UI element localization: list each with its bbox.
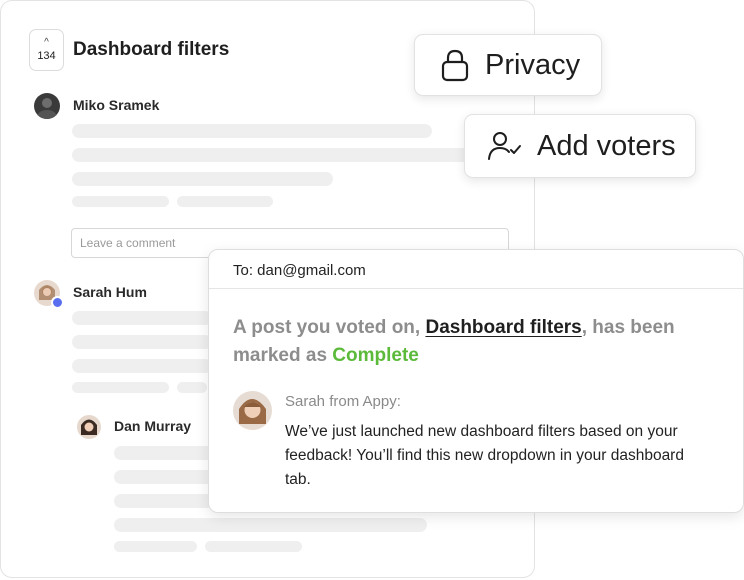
placeholder-line — [114, 470, 214, 484]
email-recipient: To: dan@gmail.com — [233, 262, 366, 279]
comment-author: Miko Sramek — [73, 97, 160, 113]
email-headline: A post you voted on, Dashboard filters, … — [233, 314, 733, 370]
sender-avatar — [233, 391, 272, 430]
placeholder-line — [114, 446, 214, 460]
placeholder-line — [72, 335, 212, 349]
status-complete: Complete — [332, 345, 419, 366]
placeholder-line — [72, 382, 169, 393]
placeholder-line — [72, 196, 169, 207]
upvote-button[interactable]: ^ 134 — [29, 29, 64, 71]
admin-badge-icon — [51, 296, 64, 309]
placeholder-line — [72, 311, 212, 325]
comment-author: Dan Murray — [114, 418, 192, 434]
add-voters-label: Add voters — [537, 129, 676, 162]
email-notification: To: dan@gmail.com A post you voted on, D… — [208, 249, 744, 513]
placeholder-line — [177, 196, 273, 207]
avatar — [34, 93, 60, 119]
sender-name: Sarah from Appy: — [285, 393, 401, 410]
placeholder-line — [205, 541, 302, 552]
chevron-up-icon: ^ — [44, 37, 49, 48]
vote-count: 134 — [37, 50, 56, 62]
placeholder-line — [114, 494, 214, 508]
placeholder-line — [72, 172, 333, 186]
placeholder-line — [72, 148, 482, 162]
placeholder-line — [72, 359, 212, 373]
post-title: Dashboard filters — [73, 39, 230, 60]
placeholder-line — [114, 518, 427, 532]
placeholder-line — [114, 541, 197, 552]
comment-author: Sarah Hum — [73, 284, 147, 300]
post-link[interactable]: Dashboard filters — [425, 317, 581, 338]
user-check-icon — [487, 130, 523, 162]
privacy-label: Privacy — [485, 48, 581, 81]
avatar — [77, 415, 101, 439]
placeholder-line — [72, 124, 432, 138]
privacy-button[interactable]: Privacy — [414, 34, 602, 96]
divider — [209, 288, 743, 289]
email-message: We’ve just launched new dashboard filter… — [285, 423, 684, 488]
placeholder-line — [177, 382, 207, 393]
add-voters-button[interactable]: Add voters — [464, 114, 696, 178]
headline-prefix: A post you voted on, — [233, 317, 426, 338]
lock-icon — [439, 48, 471, 82]
